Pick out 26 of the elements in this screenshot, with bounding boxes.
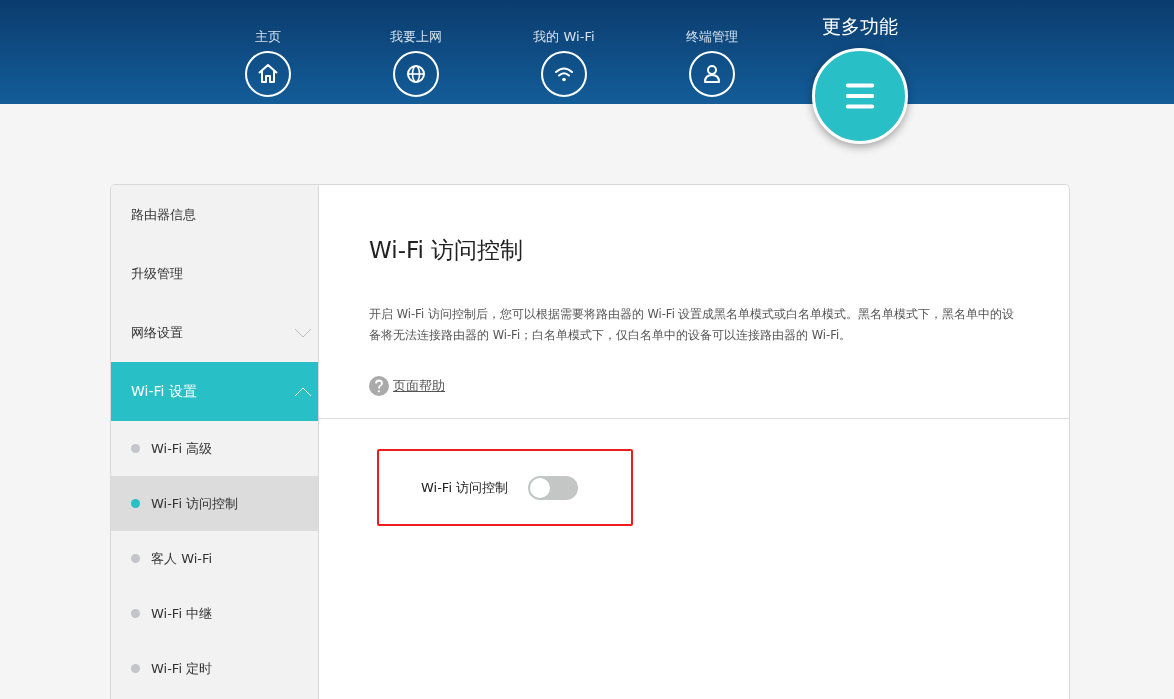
bullet-icon [131,609,140,618]
nav-tab[interactable]: 终端管理 [638,0,786,97]
description: 开启 Wi-Fi 访问控制后，您可以根据需要将路由器的 Wi-Fi 设置成黑名单模式或白名单模式。黑名单模式下，黑名单中的设备将无法连接路由器的 Wi-Fi；白名单模式下，仅白名单中的设备可以连接路由器的 Wi-Fi。 [369,306,1016,344]
page-title: Wi-Fi 访问控制 [369,236,525,265]
sidebar-subitem[interactable]: Wi-Fi 访问控制 [111,476,318,531]
nav-tab[interactable]: 主页 [194,0,342,97]
sidebar-item[interactable]: 网络设置 [111,303,318,362]
sidebar-subitem[interactable]: Wi-Fi 中继 [111,586,318,641]
toggle-label: Wi-Fi 访问控制 [421,478,509,497]
sidebar-item[interactable]: 升级管理 [111,244,318,303]
sidebar-item[interactable]: 路由器信息 [111,185,318,244]
bullet-icon [131,499,140,508]
nav-tab[interactable]: 我要上网 [342,0,490,97]
bullet-icon [131,554,140,563]
help-icon [369,376,389,396]
sidebar-subitem[interactable]: Wi-Fi 定时 [111,641,318,696]
nav-tab[interactable]: 我的 Wi-Fi [490,0,638,97]
toggle-switch[interactable] [528,475,579,500]
sidebar-subitem[interactable]: Wi-Fi 高级 [111,421,318,476]
nav-tab[interactable]: 更多功能 [786,0,934,144]
sidebar-subitem[interactable]: 客人 Wi-Fi [111,531,318,586]
help-link[interactable]: 页面帮助 [393,377,445,395]
bullet-icon [131,444,140,453]
chevron-icon [294,326,312,339]
bullet-icon [131,664,140,673]
chevron-icon [294,385,312,398]
